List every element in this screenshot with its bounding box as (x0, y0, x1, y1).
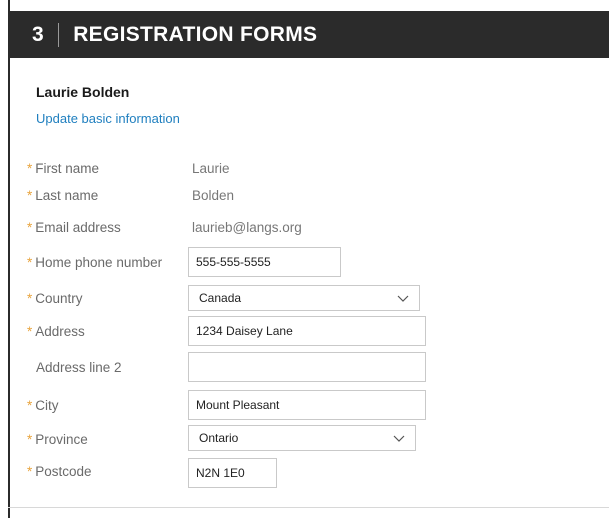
city-label: * City (27, 397, 59, 413)
address-line-2-input[interactable] (188, 352, 426, 382)
home-phone-input[interactable] (188, 247, 341, 277)
required-marker: * (27, 397, 33, 413)
chevron-down-icon (393, 435, 405, 442)
footer-divider (8, 507, 609, 508)
country-label: * Country (27, 290, 83, 306)
province-label: * Province (27, 431, 88, 447)
section-title: REGISTRATION FORMS (73, 22, 318, 46)
home-phone-label: * Home phone number (27, 254, 163, 270)
left-border (8, 0, 10, 518)
city-input[interactable] (188, 390, 426, 420)
step-number: 3 (32, 22, 45, 46)
required-marker: * (27, 431, 33, 447)
required-marker: * (27, 463, 33, 479)
email-label: * Email address (27, 219, 121, 235)
chevron-down-icon (397, 295, 409, 302)
country-select[interactable]: Canada (188, 285, 420, 311)
email-value: laurieb@langs.org (192, 219, 302, 235)
country-selected-value: Canada (199, 291, 242, 305)
address-line-2-label: Address line 2 (36, 359, 122, 375)
address-input[interactable] (188, 316, 426, 346)
required-marker: * (27, 323, 33, 339)
required-marker: * (27, 160, 33, 176)
user-name: Laurie Bolden (36, 84, 130, 100)
header-divider (58, 22, 60, 47)
province-select[interactable]: Ontario (188, 425, 416, 451)
postcode-label: * Postcode (27, 463, 92, 479)
address-label: * Address (27, 323, 85, 339)
required-marker: * (27, 219, 33, 235)
update-basic-info-link[interactable]: Update basic information (36, 111, 180, 126)
first-name-value: Laurie (192, 160, 230, 176)
section-header: 3 REGISTRATION FORMS (8, 11, 609, 58)
registration-page: 3 REGISTRATION FORMS Laurie Bolden Updat… (0, 0, 609, 518)
required-marker: * (27, 254, 33, 270)
last-name-label: * Last name (27, 187, 99, 203)
postcode-input[interactable] (188, 458, 277, 488)
province-selected-value: Ontario (199, 431, 239, 445)
required-marker: * (27, 290, 33, 306)
required-marker: * (27, 187, 33, 203)
last-name-value: Bolden (192, 187, 235, 203)
first-name-label: * First name (27, 160, 100, 176)
